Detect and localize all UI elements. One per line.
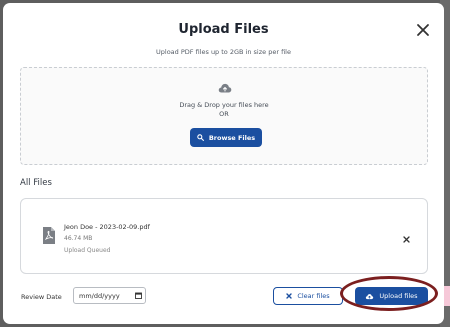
review-date-input[interactable]: mm/dd/yyyy: [73, 287, 146, 304]
remove-file-icon[interactable]: [403, 236, 410, 243]
file-status: Upload Queued: [64, 247, 111, 254]
cloud-upload-icon: [218, 83, 232, 93]
clear-files-label: Clear files: [297, 292, 330, 300]
review-date-label: Review Date: [21, 293, 62, 301]
file-size: 46.74 MB: [64, 235, 93, 242]
browse-files-button[interactable]: Browse Files: [190, 128, 262, 147]
or-text: OR: [219, 110, 229, 118]
dialog-title: Upload Files: [178, 22, 269, 37]
close-icon[interactable]: [416, 23, 430, 37]
upload-files-label: Upload files: [379, 292, 418, 300]
upload-files-button[interactable]: Upload files: [355, 287, 428, 305]
clear-files-button[interactable]: Clear files: [273, 287, 343, 305]
browse-files-label: Browse Files: [208, 133, 256, 142]
file-dropzone[interactable]: Drag & Drop your files here OR Browse Fi…: [20, 67, 428, 165]
all-files-heading: All Files: [20, 178, 52, 188]
drag-drop-text: Drag & Drop your files here: [179, 101, 269, 109]
cloud-upload-icon: [366, 293, 374, 299]
dialog-subtitle: Upload PDF files up to 2GB in size per f…: [156, 48, 291, 56]
file-name: Jeon Doe - 2023-02-09.pdf: [64, 223, 150, 231]
upload-files-dialog: Upload Files Upload PDF files up to 2GB …: [3, 3, 444, 324]
x-icon: [286, 293, 293, 299]
review-date-value: mm/dd/yyyy: [79, 291, 120, 300]
calendar-icon[interactable]: [135, 292, 142, 299]
file-list-item: Jeon Doe - 2023-02-09.pdf 46.74 MB Uploa…: [20, 198, 428, 274]
pdf-file-icon: [43, 227, 55, 244]
search-icon: [197, 134, 204, 141]
